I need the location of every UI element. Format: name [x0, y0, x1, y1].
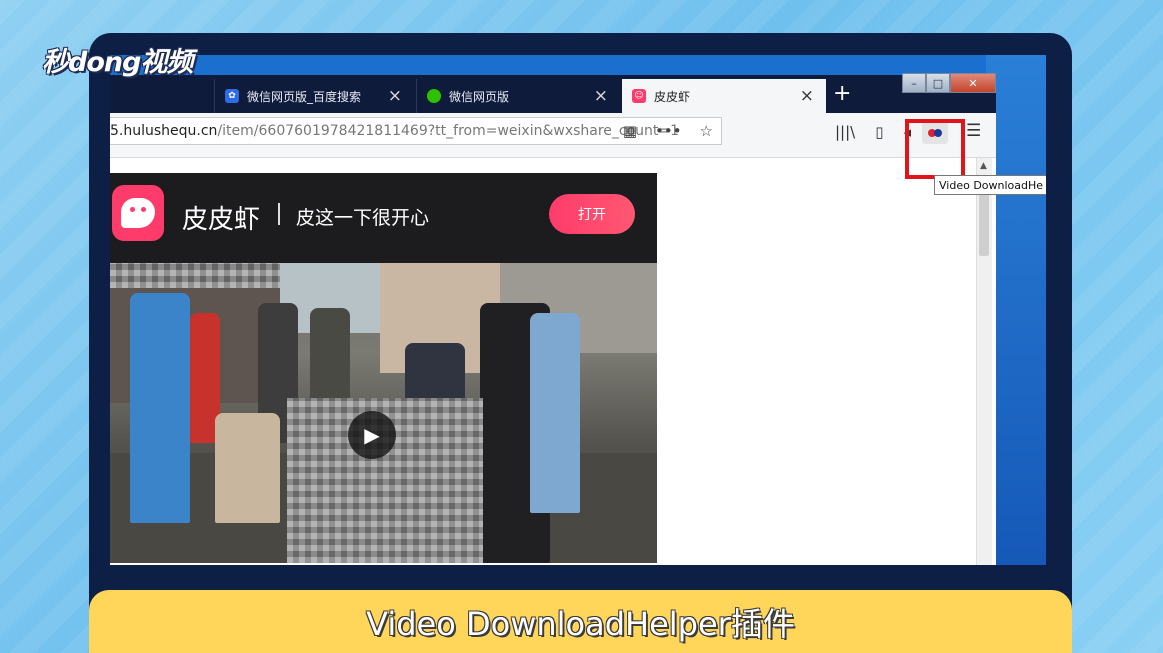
play-icon: ▶ [364, 423, 380, 447]
pipixia-logo [112, 185, 164, 241]
page-content: 皮皮虾 皮这一下很开心 打开 ▶ ▲ [110, 158, 996, 565]
divider [278, 203, 280, 225]
tab-pipixia[interactable]: ☺ 皮皮虾 × [622, 79, 826, 113]
address-bar[interactable]: 5.hulushequ.cn/item/6607601978421811469?… [110, 117, 722, 145]
open-app-button[interactable]: 打开 [549, 194, 635, 234]
tab-label: 微信网页版_百度搜索 [247, 89, 362, 104]
caption-bar: Video DownloadHelper插件 [89, 590, 1072, 653]
bookmark-star-icon[interactable]: ☆ [700, 122, 713, 140]
app-banner: 皮皮虾 皮这一下很开心 打开 [110, 173, 657, 263]
scroll-up-icon[interactable]: ▲ [980, 161, 987, 171]
baidu-paw-icon: ✿ [225, 89, 239, 103]
tab-blurred[interactable] [110, 79, 214, 113]
video-player[interactable]: ▶ [110, 263, 657, 563]
highlight-box [905, 119, 965, 179]
pipixia-icon: ☺ [632, 89, 646, 103]
nav-toolbar: 5.hulushequ.cn/item/6607601978421811469?… [110, 113, 996, 158]
tab-label: 皮皮虾 [654, 89, 691, 104]
minimize-button[interactable]: – [902, 73, 926, 93]
menu-icon[interactable]: ☰ [966, 121, 981, 141]
extension-tooltip: Video DownloadHe [934, 175, 1046, 195]
caption-text: Video DownloadHelper插件 [366, 604, 795, 643]
mosaic-blur [110, 263, 280, 288]
close-icon[interactable]: × [800, 86, 814, 106]
maximize-button[interactable]: □ [926, 73, 950, 93]
video-person [215, 413, 280, 523]
url-domain: 5.hulushequ.cn [110, 123, 218, 139]
wechat-icon [427, 89, 441, 103]
toolbar-icons: |||\ ▯ ◂ [835, 123, 911, 141]
library-icon[interactable]: |||\ [835, 123, 855, 141]
tab-bar: ✿ 微信网页版_百度搜索 × 微信网页版 × ☺ 皮皮虾 × + – □ ✕ [110, 73, 996, 113]
qr-code-icon[interactable]: ▦ [623, 122, 637, 140]
app-slogan: 皮这一下很开心 [296, 207, 430, 229]
tab-baidu-search[interactable]: ✿ 微信网页版_百度搜索 × [214, 79, 414, 113]
app-name: 皮皮虾 [182, 205, 261, 235]
watermark-logo: 秒dong视频 [42, 47, 193, 78]
browser-window: ✿ 微信网页版_百度搜索 × 微信网页版 × ☺ 皮皮虾 × + – □ ✕ 5… [110, 73, 1046, 565]
url-path: /item/6607601978421811469?tt_from=weixin… [217, 123, 680, 139]
close-icon[interactable]: × [594, 86, 608, 106]
window-controls: – □ ✕ [902, 73, 996, 93]
new-tab-button[interactable]: + [833, 81, 851, 106]
tab-label: 微信网页版 [449, 89, 510, 104]
vertical-scrollbar[interactable]: ▲ [976, 158, 992, 565]
url-actions: ▦ ••• ☆ [623, 122, 713, 140]
window-close-button[interactable]: ✕ [950, 73, 996, 93]
video-person [130, 293, 190, 523]
close-icon[interactable]: × [388, 86, 402, 106]
tab-wechat-web[interactable]: 微信网页版 × [416, 79, 620, 113]
screen: ✿ 微信网页版_百度搜索 × 微信网页版 × ☺ 皮皮虾 × + – □ ✕ 5… [110, 55, 1046, 565]
video-person [530, 313, 580, 513]
more-icon[interactable]: ••• [655, 122, 682, 140]
play-button[interactable]: ▶ [348, 411, 396, 459]
sidebar-icon[interactable]: ▯ [875, 123, 883, 141]
